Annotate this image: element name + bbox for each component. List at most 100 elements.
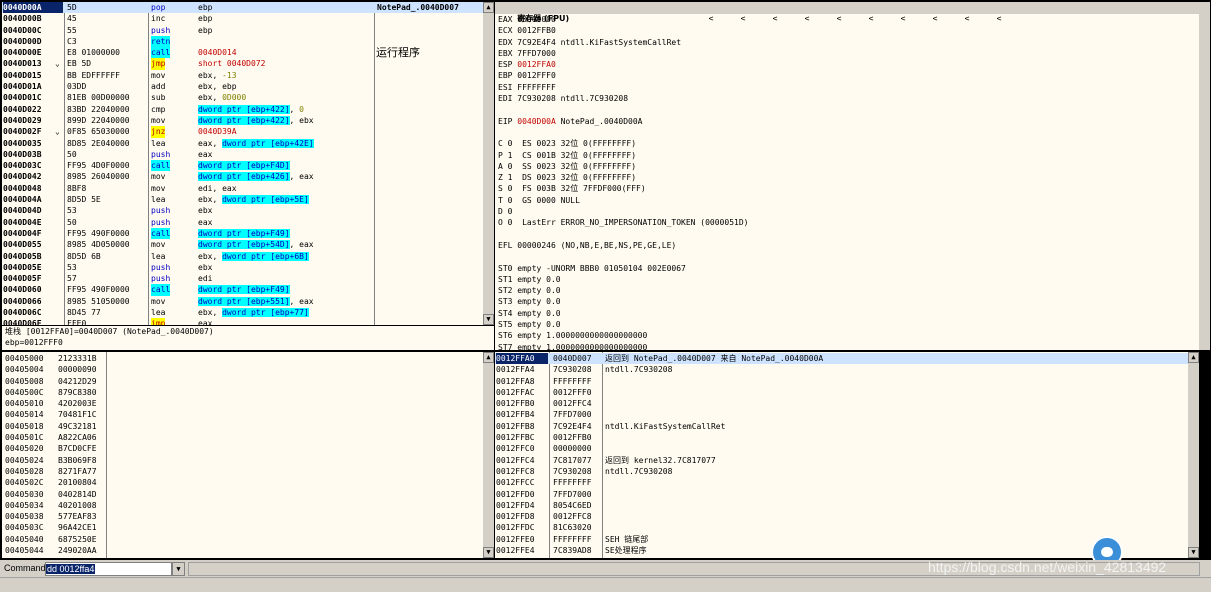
dump-row[interactable]: 00405034 40201008 <box>2 500 483 511</box>
dump-row[interactable]: 00405024 B3B069F8 <box>2 455 483 466</box>
flag-row[interactable]: A 0 SS 0023 32位 0(FFFFFFFF) <box>498 161 1199 172</box>
fpu-row[interactable]: ST6 empty 1.0000000000000000000 <box>498 330 1199 341</box>
dump-row[interactable]: 00405044 249020AA <box>2 545 483 556</box>
disasm-row[interactable]: 0040D042 8985 26040000 mov dword ptr [ebp+4… <box>2 171 483 182</box>
dump-pane[interactable]: 00405000 2123331B 00405004 00000090 00405008… <box>2 352 483 558</box>
dump-row[interactable]: 00405030 0402814D <box>2 489 483 500</box>
fpu-row[interactable]: ST4 empty 0.0 <box>498 308 1199 319</box>
stack-scrollbar[interactable]: ▲ ▼ <box>1188 352 1199 558</box>
dump-row[interactable]: 00405014 70481F1C <box>2 409 483 420</box>
disasm-row[interactable]: 0040D055 8985 4D050000 mov dword ptr [ebp+5… <box>2 239 483 250</box>
stack-row[interactable]: 0012FFC4 7C817077 返回到 kernel32.7C817077 <box>495 455 1188 466</box>
dump-row[interactable]: 0040500C 879C8380 <box>2 387 483 398</box>
registers-scrollbar[interactable] <box>1199 2 1210 350</box>
disasm-row[interactable]: 0040D035 8D85 2E040000 lea eax, dword ptr [… <box>2 138 483 149</box>
stack-row[interactable]: 0012FFB8 7C92E4F4 ntdll.KiFastSystemCallRe… <box>495 421 1188 432</box>
dump-row[interactable]: 0040501C A822CA06 <box>2 432 483 443</box>
command-dropdown-button[interactable]: ▼ <box>172 562 185 576</box>
flag-row[interactable]: O 0 LastErr ERROR_NO_IMPERSONATION_TOKEN… <box>498 217 1199 228</box>
dump-row[interactable]: 00405038 577EAF83 <box>2 511 483 522</box>
dump-row[interactable]: 00405010 4202003E <box>2 398 483 409</box>
register-row[interactable]: ECX 0012FFB0 <box>498 25 1199 36</box>
fpu-row[interactable]: ST2 empty 0.0 <box>498 285 1199 296</box>
flag-row[interactable]: D 0 <box>498 206 1199 217</box>
register-row[interactable]: EDX 7C92E4F4 ntdll.KiFastSystemCallRet <box>498 37 1199 48</box>
stack-row[interactable]: 0012FFD0 7FFD7000 <box>495 489 1188 500</box>
disasm-row[interactable]: 0040D01C 81EB 00D00000 sub ebx, 0D000 <box>2 92 483 103</box>
disasm-row[interactable]: 0040D04D 53 push ebx <box>2 205 483 216</box>
scroll-up-icon[interactable]: ▲ <box>1188 352 1199 363</box>
disasm-row[interactable]: 0040D04F FF95 490F0000 call dword ptr [ebp+… <box>2 227 483 240</box>
disasm-row[interactable]: 0040D013 ⌄ EB 5D jmp short 0040D072 <box>2 58 483 70</box>
dump-row[interactable]: 00405020 B7CD0CFE <box>2 443 483 454</box>
stack-row[interactable]: 0012FFA0 0040D007 返回到 NotePad_.0040D007 来自… <box>495 353 1188 365</box>
disasm-row[interactable]: 0040D066 8985 51050000 mov dword ptr [ebp+5… <box>2 296 483 307</box>
scroll-down-icon[interactable]: ▼ <box>1188 547 1199 558</box>
stack-row[interactable]: 0012FFC8 7C930208 ntdll.7C930208 <box>495 466 1188 477</box>
flag-row[interactable]: T 0 GS 0000 NULL <box>498 195 1199 206</box>
disasm-row[interactable]: 0040D06F FFE0 jmp eax <box>2 318 483 325</box>
stack-row[interactable]: 0012FFB4 7FFD7000 <box>495 409 1188 420</box>
stack-row[interactable]: 0012FFDC 81C63020 <box>495 522 1188 533</box>
scroll-down-icon[interactable]: ▼ <box>483 547 494 558</box>
disasm-row[interactable]: 0040D04E 50 push eax <box>2 217 483 228</box>
disassembly-pane[interactable]: 0040D00A 5D pop ebp NotePad_.0040D007 0040D00… <box>2 2 483 325</box>
dump-row[interactable]: 0040502C 20100804 <box>2 477 483 488</box>
registers-pane[interactable]: 寄存器 (FPU) < < < < < < < < < < EAX 00000000 ECX 0012… <box>495 2 1199 350</box>
disasm-scrollbar[interactable]: ▲ ▼ <box>483 2 494 325</box>
stack-row[interactable]: 0012FFA8 FFFFFFFF <box>495 376 1188 387</box>
command-input[interactable]: dd 0012ffa4 <box>45 562 172 576</box>
dump-scrollbar[interactable]: ▲ ▼ <box>483 352 494 558</box>
dump-row[interactable]: 00405018 49C32181 <box>2 421 483 432</box>
disasm-row[interactable]: 0040D048 8BF8 mov edi, eax <box>2 183 483 194</box>
disasm-row[interactable]: 0040D060 FF95 490F0000 call dword ptr [ebp+… <box>2 284 483 296</box>
flag-row[interactable]: P 1 CS 001B 32位 0(FFFFFFFF) <box>498 150 1199 161</box>
disasm-row[interactable]: 0040D015 BB EDFFFFFF mov ebx, -13 <box>2 70 483 81</box>
stack-row[interactable]: 0012FFB0 0012FFC4 <box>495 398 1188 409</box>
scroll-down-icon[interactable]: ▼ <box>483 314 494 325</box>
stack-row[interactable]: 0012FFE4 7C839AD8 SE处理程序 <box>495 545 1188 556</box>
stack-row[interactable]: 0012FFA4 7C930208 ntdll.7C930208 <box>495 364 1188 375</box>
disasm-row[interactable]: 0040D02F ⌄ 0F85 65030000 jnz 0040D39A <box>2 126 483 138</box>
dump-row[interactable]: 0040503C 96A42CE1 <box>2 522 483 533</box>
stack-row[interactable]: 0012FFD8 0012FFC8 <box>495 511 1188 522</box>
stack-pane[interactable]: 0012FFA0 0040D007 返回到 NotePad_.0040D007 来自… <box>495 352 1188 558</box>
disasm-row[interactable]: 0040D00B 45 inc ebp <box>2 13 483 24</box>
dump-row[interactable]: 00405000 2123331B <box>2 353 483 364</box>
disasm-row[interactable]: 0040D05F 57 push edi <box>2 273 483 284</box>
dump-row[interactable]: 00405028 8271FA77 <box>2 466 483 477</box>
register-row[interactable]: EIP 0040D00A NotePad_.0040D00A <box>498 116 1199 127</box>
disasm-row[interactable]: 0040D04A 8D5D 5E lea ebx, dword ptr [ebp+5E… <box>2 194 483 205</box>
efl-row[interactable]: EFL 00000246 (NO,NB,E,BE,NS,PE,GE,LE) <box>498 240 1199 251</box>
scroll-up-icon[interactable]: ▲ <box>483 2 494 13</box>
fpu-row[interactable]: ST5 empty 0.0 <box>498 319 1199 330</box>
disasm-row[interactable]: 0040D05B 8D5D 6B lea ebx, dword ptr [ebp+6B… <box>2 251 483 262</box>
stack-row[interactable]: 0012FFD4 8054C6ED <box>495 500 1188 511</box>
register-row[interactable]: EBP 0012FFF0 <box>498 70 1199 81</box>
register-row[interactable]: EDI 7C930208 ntdll.7C930208 <box>498 93 1199 104</box>
register-row[interactable]: EBX 7FFD7000 <box>498 48 1199 59</box>
stack-row[interactable]: 0012FFCC FFFFFFFF <box>495 477 1188 488</box>
disasm-row[interactable]: 0040D00A 5D pop ebp NotePad_.0040D007 <box>2 2 483 14</box>
register-row[interactable]: EAX 00000000 <box>498 14 1199 25</box>
disasm-row[interactable]: 0040D03B 50 push eax <box>2 149 483 160</box>
fpu-row[interactable]: ST7 empty 1.0000000000000000000 <box>498 342 1199 350</box>
disasm-row[interactable]: 0040D01A 03DD add ebx, ebp <box>2 81 483 92</box>
scroll-up-icon[interactable]: ▲ <box>483 352 494 363</box>
disasm-row[interactable]: 0040D00C 55 push ebp <box>2 25 483 36</box>
dump-row[interactable]: 00405008 04212D29 <box>2 376 483 387</box>
disasm-row[interactable]: 0040D06C 8D45 77 lea ebx, dword ptr [ebp+77… <box>2 307 483 318</box>
disasm-row[interactable]: 0040D03C FF95 4D0F0000 call dword ptr [ebp+… <box>2 160 483 172</box>
register-row[interactable]: ESP 0012FFA0 <box>498 59 1199 70</box>
dump-row[interactable]: 00405040 6875250E <box>2 534 483 545</box>
disasm-row[interactable]: 0040D029 899D 22040000 mov dword ptr [ebp+4… <box>2 115 483 126</box>
fpu-row[interactable]: ST3 empty 0.0 <box>498 296 1199 307</box>
stack-row[interactable]: 0012FFBC 0012FFB0 <box>495 432 1188 443</box>
fpu-row[interactable]: ST1 empty 0.0 <box>498 274 1199 285</box>
disasm-row[interactable]: 0040D022 83BD 22040000 cmp dword ptr [ebp+4… <box>2 104 483 115</box>
disasm-row[interactable]: 0040D05E 53 push ebx <box>2 262 483 273</box>
fpu-row[interactable]: ST0 empty -UNORM BBB0 01050104 002E0067 <box>498 263 1199 274</box>
stack-row[interactable]: 0012FFAC 0012FFF0 <box>495 387 1188 398</box>
register-row[interactable]: ESI FFFFFFFF <box>498 82 1199 93</box>
stack-row[interactable]: 0012FFC0 00000000 <box>495 443 1188 454</box>
